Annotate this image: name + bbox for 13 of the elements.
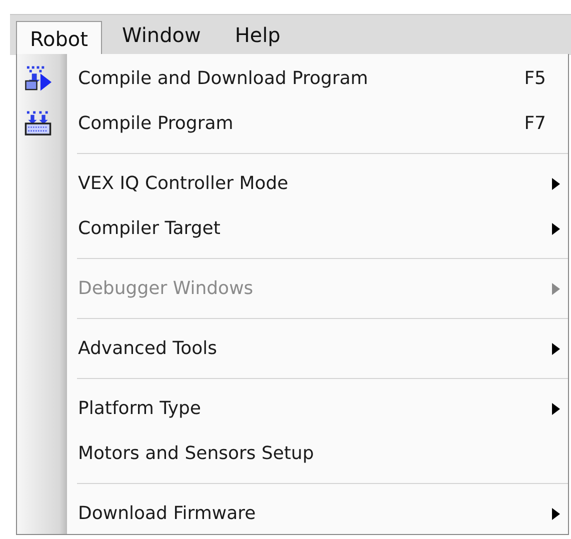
menu-item[interactable]: Compile Program F7: [67, 101, 568, 146]
menu-item[interactable]: Download Firmware: [67, 491, 568, 536]
menu-item[interactable]: Compiler Target: [67, 206, 568, 251]
menu-item[interactable]: Compile and Download Program F5: [67, 56, 568, 101]
compile-icon: [23, 110, 53, 137]
menu-item[interactable]: VEX IQ Controller Mode: [67, 161, 568, 206]
menu-item[interactable]: Platform Type: [67, 386, 568, 431]
compile-download-icon: [23, 65, 53, 92]
menu-bar-item[interactable]: Window: [108, 15, 215, 55]
menu-bar-item[interactable]: Help: [220, 15, 294, 55]
menu-item[interactable]: Advanced Tools: [67, 326, 568, 371]
menu-bar-item[interactable]: Robot: [16, 21, 102, 55]
menu-item[interactable]: Motors and Sensors Setup: [67, 431, 568, 476]
